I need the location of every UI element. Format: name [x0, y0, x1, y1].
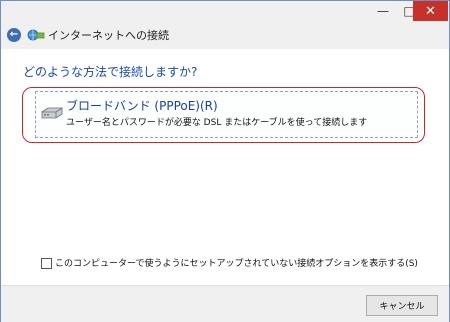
close-icon: ✕: [425, 3, 436, 19]
wizard-window: — □ ✕ ← インターネットへの接続 どのような方法で接続しますか? ブロード…: [0, 0, 450, 322]
navigation-bar: ← インターネットへの接続: [1, 25, 449, 49]
back-button[interactable]: ←: [7, 28, 21, 42]
minimize-icon: —: [377, 4, 389, 18]
page-heading: どのような方法で接続しますか?: [23, 65, 198, 79]
close-button[interactable]: ✕: [413, 1, 448, 21]
window-title: インターネットへの接続: [48, 29, 169, 42]
network-icon: [27, 29, 45, 41]
title-bar: — □ ✕: [1, 1, 449, 25]
minimize-button[interactable]: —: [370, 1, 396, 21]
cancel-button[interactable]: キャンセル: [366, 295, 438, 316]
content-area: どのような方法で接続しますか? ブロードバンド (PPPoE)(R) ユーザー名…: [1, 49, 449, 285]
show-options-label[interactable]: このコンピューターで使うようにセットアップされていない接続オプションを表示する(…: [55, 256, 418, 269]
show-options-checkbox[interactable]: [41, 258, 52, 269]
modem-icon: [41, 107, 63, 119]
option-description: ユーザー名とパスワードが必要な DSL またはケーブルを使って接続します: [66, 118, 368, 128]
broadband-option[interactable]: ブロードバンド (PPPoE)(R) ユーザー名とパスワードが必要な DSL ま…: [35, 91, 418, 138]
footer-bar: キャンセル: [1, 285, 449, 322]
option-title: ブロードバンド (PPPoE)(R): [66, 99, 218, 113]
back-arrow-icon: ←: [9, 29, 19, 40]
